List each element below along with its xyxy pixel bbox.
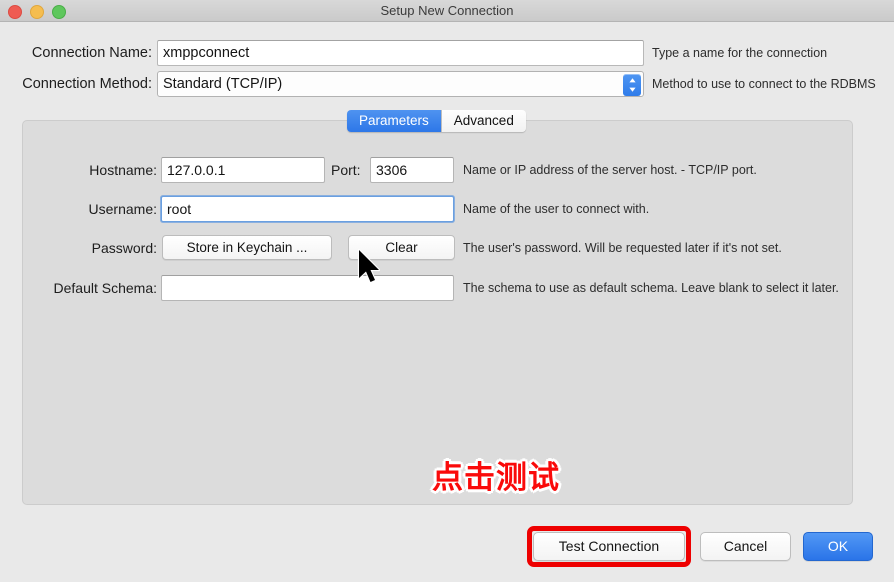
default-schema-row: Default Schema: The schema to use as def…	[23, 275, 852, 301]
default-schema-label: Default Schema:	[53, 280, 158, 296]
username-input[interactable]	[160, 195, 455, 223]
connection-method-row: Connection Method: Standard (TCP/IP) Met…	[0, 71, 894, 97]
parameters-panel: Hostname: Port: Name or IP address of th…	[22, 120, 853, 505]
username-label: Username:	[88, 201, 157, 217]
port-label: Port:	[331, 162, 361, 178]
tab-parameters[interactable]: Parameters	[347, 110, 441, 132]
window-titlebar: Setup New Connection	[0, 0, 894, 22]
port-input[interactable]	[370, 157, 454, 183]
ok-button[interactable]: OK	[803, 532, 873, 561]
hostname-input[interactable]	[161, 157, 325, 183]
connection-method-label: Connection Method:	[22, 76, 152, 92]
username-help: Name of the user to connect with.	[463, 202, 650, 216]
default-schema-input[interactable]	[161, 275, 454, 301]
password-row: Password: Store in Keychain ... Clear Th…	[23, 235, 852, 261]
hostname-help: Name or IP address of the server host. -…	[463, 163, 757, 177]
clear-password-button[interactable]: Clear	[348, 235, 455, 260]
test-connection-button[interactable]: Test Connection	[533, 532, 685, 561]
window-title: Setup New Connection	[380, 3, 514, 18]
dialog-footer: Test Connection Cancel OK	[0, 526, 894, 568]
tab-advanced[interactable]: Advanced	[440, 110, 526, 132]
store-in-keychain-button[interactable]: Store in Keychain ...	[162, 235, 332, 260]
connection-name-help: Type a name for the connection	[652, 46, 828, 60]
connection-name-label: Connection Name:	[31, 45, 152, 61]
connection-name-input[interactable]	[157, 40, 644, 66]
password-label: Password:	[91, 240, 157, 256]
connection-method-help: Method to use to connect to the RDBMS	[652, 77, 876, 91]
connection-method-value: Standard (TCP/IP)	[163, 76, 283, 92]
cancel-button[interactable]: Cancel	[700, 532, 791, 561]
hostname-row: Hostname: Port: Name or IP address of th…	[23, 157, 852, 183]
connection-name-row: Connection Name: Type a name for the con…	[0, 40, 894, 66]
hostname-label: Hostname:	[89, 162, 157, 178]
password-help: The user's password. Will be requested l…	[463, 241, 782, 255]
annotation-click-test: 点击测试	[432, 460, 560, 496]
connection-method-select[interactable]: Standard (TCP/IP)	[157, 71, 644, 97]
username-row: Username: Name of the user to connect wi…	[23, 195, 852, 223]
chevron-updown-icon[interactable]	[623, 74, 641, 96]
tab-bar: Parameters Advanced	[347, 110, 526, 132]
default-schema-help: The schema to use as default schema. Lea…	[463, 281, 839, 295]
